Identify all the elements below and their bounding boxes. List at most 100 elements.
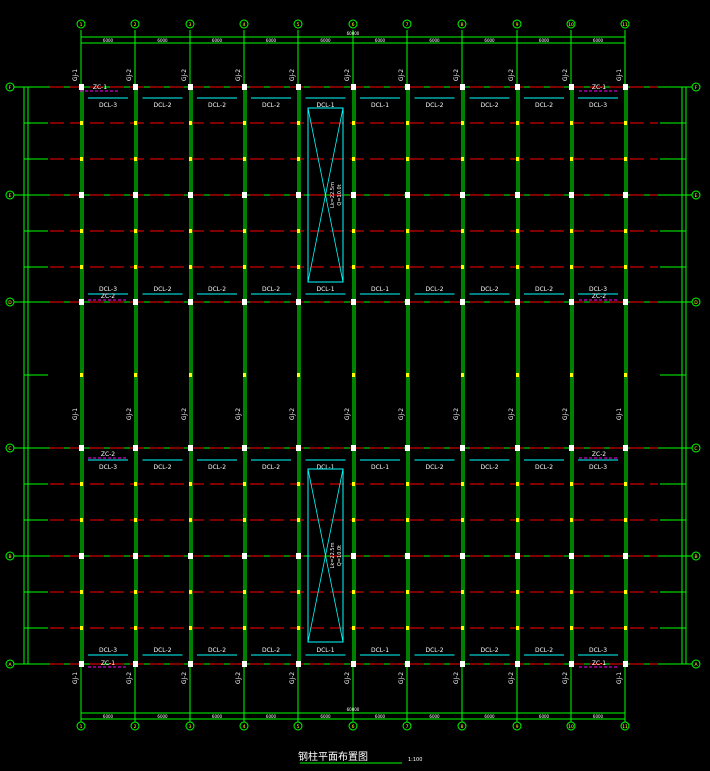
column-label: GJ-2 xyxy=(398,408,405,420)
steel-column-mark xyxy=(296,553,301,559)
girt-mark xyxy=(134,590,137,594)
girt-mark xyxy=(189,121,192,125)
girt-mark xyxy=(80,373,83,377)
girt-mark xyxy=(297,626,300,630)
girt-mark xyxy=(406,482,409,486)
crane-beam-label: DCL-3 xyxy=(99,286,117,293)
steel-column-mark xyxy=(133,445,138,451)
steel-column-mark xyxy=(188,661,193,667)
crane-capacity-label: Q=10.0t xyxy=(337,545,343,566)
dimension-text: 6000 xyxy=(103,38,114,43)
steel-column-mark xyxy=(296,661,301,667)
girt-mark xyxy=(461,482,464,486)
column-label: GJ-1 xyxy=(72,408,79,420)
crane-beam-label: DCL-2 xyxy=(262,647,280,654)
girt-mark xyxy=(516,590,519,594)
girt-mark xyxy=(352,518,355,522)
dimension-text: 6000 xyxy=(266,714,277,719)
axis-bubble-label: B xyxy=(8,554,11,560)
axis-bubble-label: 7 xyxy=(406,724,409,730)
girt-mark xyxy=(189,157,192,161)
steel-column-mark xyxy=(351,84,356,90)
girt-mark xyxy=(297,229,300,233)
steel-column-mark xyxy=(623,192,628,198)
steel-column-mark xyxy=(405,553,410,559)
column-label: GJ-2 xyxy=(181,408,188,420)
column-label: GJ-2 xyxy=(453,408,460,420)
axis-bubble-label: 1 xyxy=(80,22,83,28)
steel-column-mark xyxy=(460,84,465,90)
girt-mark xyxy=(624,229,627,233)
axis-bubble-label: 2 xyxy=(134,724,137,730)
girt-mark xyxy=(516,626,519,630)
steel-column-mark xyxy=(296,445,301,451)
girt-mark xyxy=(243,590,246,594)
girt-mark xyxy=(570,373,573,377)
crane-beam-label: DCL-2 xyxy=(153,102,171,109)
dimension-total-text: 60000 xyxy=(347,31,360,36)
axis-bubble-label: 2 xyxy=(134,22,137,28)
girt-mark xyxy=(461,121,464,125)
axis-bubble-label: 6 xyxy=(352,724,355,730)
girt-mark xyxy=(516,518,519,522)
column-label: GJ-2 xyxy=(453,69,460,81)
axis-bubble-label: 5 xyxy=(297,22,300,28)
axis-bubble-label: 10 xyxy=(568,22,574,28)
steel-column-mark xyxy=(133,553,138,559)
axis-bubble-label: 8 xyxy=(461,724,464,730)
steel-column-mark xyxy=(188,445,193,451)
steel-column-mark xyxy=(79,553,84,559)
girt-mark xyxy=(189,626,192,630)
crane-beam-label: DCL-2 xyxy=(153,647,171,654)
girt-mark xyxy=(297,482,300,486)
crane-beam-label: DCL-2 xyxy=(480,286,498,293)
girt-mark xyxy=(80,518,83,522)
girt-mark xyxy=(406,626,409,630)
girt-mark xyxy=(516,482,519,486)
steel-column-mark xyxy=(623,84,628,90)
dimension-text: 6000 xyxy=(484,714,495,719)
girt-mark xyxy=(297,265,300,269)
girt-mark xyxy=(624,518,627,522)
girt-mark xyxy=(297,590,300,594)
crane-beam-label: DCL-3 xyxy=(99,464,117,471)
girt-mark xyxy=(624,626,627,630)
crane-span-label: Lk=22.5m xyxy=(330,542,336,568)
crane-beam-label: DCL-3 xyxy=(589,286,607,293)
steel-column-mark xyxy=(460,192,465,198)
girt-mark xyxy=(461,157,464,161)
steel-column-mark xyxy=(460,445,465,451)
column-label: GJ-2 xyxy=(562,672,569,684)
girt-mark xyxy=(516,373,519,377)
girt-mark xyxy=(570,121,573,125)
axis-bubble-label: 10 xyxy=(568,724,574,730)
crane-beam-label: DCL-3 xyxy=(99,647,117,654)
axis-bubble-label: B xyxy=(694,554,697,560)
dimension-text: 6000 xyxy=(484,38,495,43)
girt-mark xyxy=(516,229,519,233)
girt-mark xyxy=(624,121,627,125)
crane-beam-label: DCL-2 xyxy=(208,102,226,109)
girt-mark xyxy=(624,590,627,594)
crane-beam-label: DCL-2 xyxy=(480,102,498,109)
column-label: GJ-2 xyxy=(508,672,515,684)
steel-column-mark xyxy=(351,192,356,198)
girt-mark xyxy=(516,157,519,161)
girt-mark xyxy=(297,373,300,377)
axis-bubble-label: D xyxy=(694,300,698,306)
dimension-text: 6000 xyxy=(103,714,114,719)
steel-column-mark xyxy=(569,84,574,90)
crane-beam-label: DCL-2 xyxy=(425,647,443,654)
bracing-label: ZC-1 xyxy=(93,84,107,91)
steel-column-mark xyxy=(188,84,193,90)
steel-column-mark xyxy=(623,661,628,667)
column-label: GJ-2 xyxy=(235,69,242,81)
steel-column-mark xyxy=(79,661,84,667)
steel-column-mark xyxy=(242,661,247,667)
girt-mark xyxy=(406,121,409,125)
girt-mark xyxy=(80,229,83,233)
column-label: GJ-2 xyxy=(235,672,242,684)
girt-mark xyxy=(406,157,409,161)
steel-column-mark xyxy=(351,661,356,667)
dimension-text: 6000 xyxy=(266,38,277,43)
